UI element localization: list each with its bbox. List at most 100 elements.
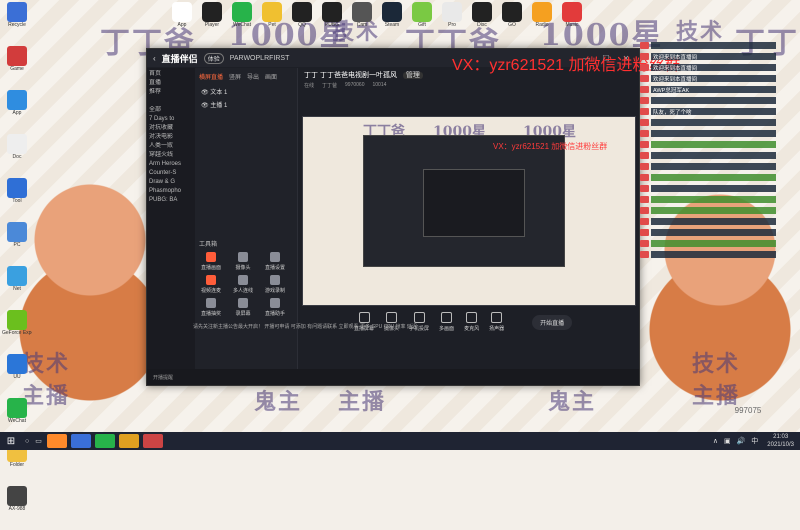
app-icon <box>7 178 27 198</box>
tool-label: 游戏录制 <box>264 288 285 294</box>
sidebar-item[interactable]: 对决电影 <box>149 133 193 142</box>
tool-button[interactable]: 录屏幕 <box>229 298 257 317</box>
desktop-icon[interactable]: PC <box>2 222 32 260</box>
stream-preview[interactable]: 丁丁爸 1000星 1000星 VX：yzr621521 加微信进粉丝群 <box>302 116 636 306</box>
desktop-icon[interactable]: Pro <box>440 2 464 40</box>
sidebar-item[interactable]: 直播 <box>149 79 193 88</box>
tool-button[interactable]: 游戏录制 <box>261 275 289 294</box>
taskview-icon[interactable]: ▭ <box>32 437 45 445</box>
desktop-icon[interactable]: Disc <box>470 2 494 40</box>
desktop-icon[interactable]: Player <box>200 2 224 40</box>
desktop-icon[interactable]: Net <box>2 266 32 304</box>
fan-badge-icon <box>640 86 649 93</box>
desktop-icon[interactable]: UU <box>2 354 32 392</box>
tool-button[interactable]: 摄像头 <box>229 252 257 271</box>
sidebar-item[interactable]: PUBG: BA <box>149 196 193 205</box>
desktop-icon[interactable]: Doc <box>2 134 32 172</box>
sidebar-item[interactable] <box>149 97 193 106</box>
stat-id: 9970060 <box>345 82 365 88</box>
chat-message-text <box>651 196 776 203</box>
tool-label: 录屏幕 <box>235 311 251 317</box>
sidebar-item[interactable]: 人类一败 <box>149 142 193 151</box>
live-companion-window[interactable]: ‹ 直播伴侣 体验 PARWOPLRFIRST — ☐ ✕ 首页 直播 推荐 全部 7 … <box>146 48 640 386</box>
tool-button[interactable]: 直播助手 <box>261 298 289 317</box>
source-item[interactable]: 👁 文本 1 <box>195 85 297 98</box>
tool-button[interactable]: 多人连线 <box>229 275 257 294</box>
app-icon <box>7 46 27 66</box>
caption-right-1: 技术 <box>692 351 741 377</box>
tool-icon <box>270 298 280 308</box>
sidebar-item[interactable]: 全部 <box>149 106 193 115</box>
app-icon <box>502 2 522 22</box>
taskbar-app-icon[interactable] <box>46 434 67 448</box>
desktop-icon[interactable]: WeChat <box>2 398 32 436</box>
windows-start-icon[interactable]: ⊞ <box>0 436 22 447</box>
desktop-icon-label: WeChat <box>8 418 26 424</box>
fan-badge-icon <box>640 53 649 60</box>
chat-message-text <box>651 141 776 148</box>
tab-landscape[interactable]: 横屏直播 <box>199 72 223 81</box>
tool-button[interactable]: 直播设置 <box>261 252 289 271</box>
desktop-icon[interactable]: Steam <box>380 2 404 40</box>
sidebar-item[interactable]: Arm Heroes <box>149 160 193 169</box>
fan-badge-icon <box>640 119 649 126</box>
search-icon[interactable]: ○ <box>22 438 32 445</box>
ime-indicator[interactable]: 中 <box>748 436 761 446</box>
fan-badge-icon <box>640 108 649 115</box>
taskbar-app-icon[interactable] <box>94 434 115 448</box>
desktop-icon-label: App <box>177 22 187 28</box>
manage-button[interactable]: 管理 <box>402 72 423 79</box>
taskbar-app-icon[interactable] <box>142 434 163 448</box>
sidebar-item[interactable]: 推荐 <box>149 88 193 97</box>
desktop-icon[interactable]: QQ <box>290 2 314 40</box>
desktop-icon[interactable]: Gift <box>410 2 434 40</box>
desktop-icon-label: Pro <box>448 22 456 28</box>
tray-app-icon[interactable]: ▣ <box>721 437 734 445</box>
app-icon <box>7 266 27 286</box>
tab-export[interactable]: 导出 <box>247 72 259 81</box>
desktop-icon[interactable]: AX-988 <box>2 486 32 524</box>
fan-badge-icon <box>640 97 649 104</box>
desktop-icon[interactable]: WeChat <box>230 2 254 40</box>
tool-button[interactable]: 视频连麦 <box>197 275 225 294</box>
sidebar-item[interactable]: 7 Days to <box>149 115 193 124</box>
desktop-icon[interactable]: PUBG <box>320 2 344 40</box>
tool-label: 直播设置 <box>264 265 285 271</box>
volume-icon[interactable]: 🔊 <box>734 437 749 445</box>
sidebar-item[interactable]: 首页 <box>149 70 193 79</box>
sidebar-item[interactable]: 穿越火线 <box>149 151 193 160</box>
desktop-icon[interactable]: Radio <box>530 2 554 40</box>
clock[interactable]: 21:03 2021/10/3 <box>761 433 800 449</box>
status-text: 开播提醒 <box>153 374 174 381</box>
sidebar-item[interactable]: Counter-S <box>149 169 193 178</box>
tray-chevron-icon[interactable]: ∧ <box>710 437 721 445</box>
desktop-icon-label: Player <box>204 22 220 28</box>
desktop-icon[interactable]: Music <box>560 2 584 40</box>
desktop-icon-label: PUBG <box>324 22 340 28</box>
desktop-icon[interactable]: Recycle <box>2 2 32 40</box>
desktop-icon[interactable]: App <box>170 2 194 40</box>
desktop-icon-label: App <box>12 110 22 116</box>
sidebar-item[interactable]: Phasmopho <box>149 187 193 196</box>
tool-button[interactable]: 直播抽奖 <box>197 298 225 317</box>
stream-title: 丁丁 丁丁爸爸电视剧一叶孤风 <box>304 72 397 79</box>
tab-portrait[interactable]: 竖屏 <box>229 72 241 81</box>
source-item[interactable]: 👁 主播 1 <box>195 98 297 111</box>
desktop-icon[interactable]: Game <box>2 46 32 84</box>
desktop-icon[interactable]: GO <box>500 2 524 40</box>
tool-label: 直播画面 <box>200 265 221 271</box>
desktop-icon[interactable]: App <box>2 90 32 128</box>
app-icon <box>532 2 552 22</box>
back-icon[interactable]: ‹ <box>153 54 156 63</box>
taskbar-app-icon[interactable] <box>118 434 139 448</box>
desktop-icon[interactable]: GeForce Experience <box>2 310 32 348</box>
tool-button[interactable]: 直播画面 <box>197 252 225 271</box>
desktop-icon-label: PC <box>13 242 21 248</box>
desktop-icon[interactable]: Pet <box>260 2 284 40</box>
desktop-icon[interactable]: Cam <box>350 2 374 40</box>
desktop-icon[interactable]: Tool <box>2 178 32 216</box>
sidebar-item[interactable]: 对抗收藏 <box>149 124 193 133</box>
tab-canvas[interactable]: 画面 <box>265 72 277 81</box>
sidebar-item[interactable]: Draw & G <box>149 178 193 187</box>
taskbar-app-icon[interactable] <box>70 434 91 448</box>
